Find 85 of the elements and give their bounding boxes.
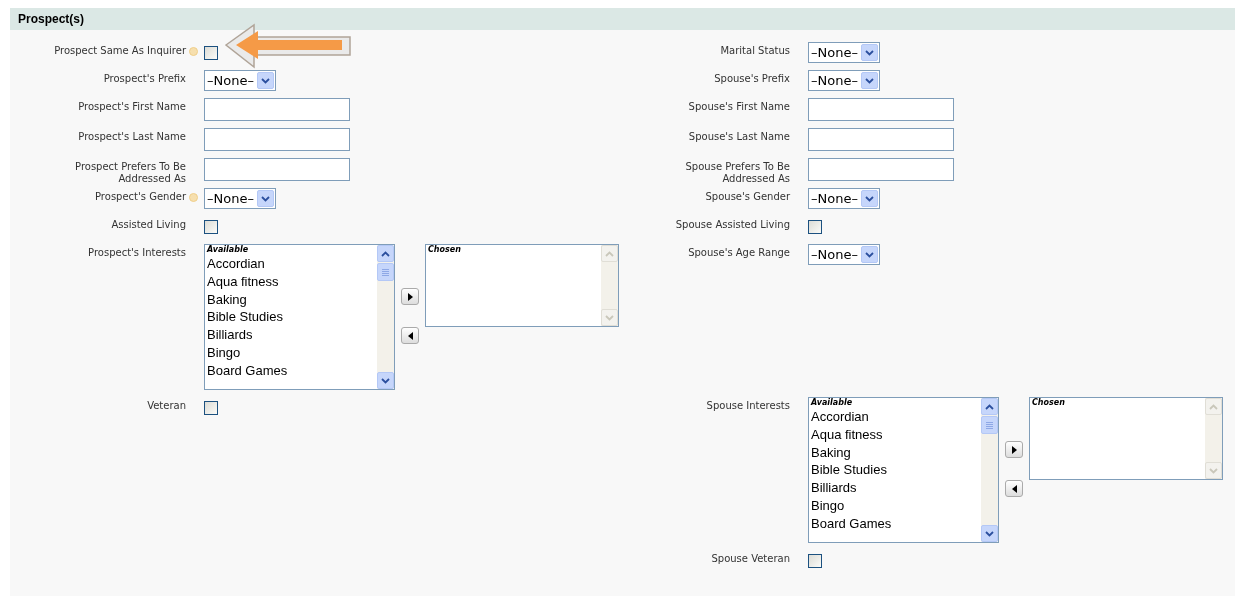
field-label: Spouse's First Name bbox=[688, 101, 790, 113]
text-field[interactable] bbox=[808, 128, 954, 151]
list-option[interactable]: Aqua fitness bbox=[811, 425, 981, 444]
chevron-down-icon bbox=[864, 195, 874, 202]
field-label: Spouse Assisted Living bbox=[675, 219, 790, 231]
text-field[interactable] bbox=[808, 158, 954, 181]
text-field[interactable] bbox=[204, 128, 350, 151]
list-option[interactable]: Bingo bbox=[207, 344, 377, 362]
list-option[interactable]: Bible Studies bbox=[811, 461, 981, 480]
checkbox[interactable] bbox=[808, 220, 822, 234]
chevron-down-icon bbox=[864, 77, 874, 84]
field-label: Spouse's Age Range bbox=[688, 247, 790, 259]
field-label: Prospect Prefers To Be Addressed As bbox=[74, 161, 186, 185]
list-heading: Chosen bbox=[428, 245, 462, 255]
list-heading: Available bbox=[207, 245, 250, 255]
scrollbar[interactable] bbox=[1205, 398, 1222, 479]
section-title: Prospect(s) bbox=[18, 11, 85, 28]
list-option[interactable]: Board Games bbox=[207, 361, 377, 380]
remove-button[interactable] bbox=[1005, 480, 1023, 497]
text-field[interactable] bbox=[808, 98, 954, 121]
dropdown[interactable]: –None– bbox=[204, 70, 276, 91]
field-label: Assisted Living bbox=[111, 219, 186, 231]
chevron-down-icon bbox=[260, 195, 270, 202]
list-option[interactable]: Billiards bbox=[811, 479, 981, 497]
scrollbar[interactable] bbox=[601, 245, 618, 326]
field-label: Prospect's Interests bbox=[88, 247, 186, 259]
list-option[interactable]: Accordian bbox=[207, 255, 377, 273]
field-label: Spouse Veteran bbox=[711, 553, 790, 565]
field-label: Spouse's Prefix bbox=[714, 73, 790, 85]
list-option[interactable]: Billiards bbox=[207, 326, 377, 344]
list-option[interactable]: Board Games bbox=[811, 514, 981, 533]
field-label: Spouse's Last Name bbox=[688, 131, 790, 143]
checkbox[interactable] bbox=[204, 220, 218, 234]
left-triangle-icon bbox=[407, 331, 413, 340]
right-triangle-icon bbox=[407, 292, 413, 301]
chevron-up-icon bbox=[381, 250, 390, 257]
field-label: Marital Status bbox=[720, 45, 790, 57]
chosen-listbox[interactable]: Chosen bbox=[425, 244, 619, 327]
chevron-down-icon bbox=[985, 530, 994, 537]
field-label: Veteran bbox=[147, 400, 186, 412]
chevron-down-icon bbox=[864, 251, 874, 258]
chevron-up-icon bbox=[1209, 403, 1218, 410]
checkbox[interactable] bbox=[204, 401, 218, 415]
chevron-down-icon bbox=[1209, 467, 1218, 474]
chevron-up-icon bbox=[605, 250, 614, 257]
field-label: Prospect Same As Inquirer bbox=[54, 45, 186, 57]
available-listbox[interactable]: Available Accordian Aqua fitness Baking Bible Studies Billiards Bingo Board Games bbox=[808, 397, 999, 543]
left-triangle-icon bbox=[1011, 484, 1017, 493]
add-button[interactable] bbox=[401, 288, 419, 305]
dropdown[interactable]: –None– bbox=[808, 244, 880, 265]
list-option[interactable]: Aqua fitness bbox=[207, 272, 377, 291]
field-label: Spouse Prefers To Be Addressed As bbox=[684, 161, 790, 185]
text-field[interactable] bbox=[204, 98, 350, 121]
list-option[interactable]: Accordian bbox=[811, 408, 981, 426]
right-triangle-icon bbox=[1011, 445, 1017, 454]
list-option[interactable]: Bible Studies bbox=[207, 308, 377, 327]
list-heading: Available bbox=[811, 398, 854, 408]
scrollbar[interactable] bbox=[981, 398, 998, 542]
add-button[interactable] bbox=[1005, 441, 1023, 458]
chevron-down-icon bbox=[381, 377, 390, 384]
dropdown[interactable]: –None– bbox=[808, 42, 880, 63]
available-listbox[interactable]: Available Accordian Aqua fitness Baking Bible Studies Billiards Bingo Board Games bbox=[204, 244, 395, 390]
chevron-down-icon bbox=[260, 77, 270, 84]
checkbox[interactable] bbox=[204, 46, 218, 60]
checkbox[interactable] bbox=[808, 554, 822, 568]
field-label: Spouse's Gender bbox=[705, 191, 790, 203]
dropdown[interactable]: –None– bbox=[808, 70, 880, 91]
chevron-down-icon bbox=[864, 49, 874, 56]
remove-button[interactable] bbox=[401, 327, 419, 344]
field-label: Prospect's Prefix bbox=[103, 73, 186, 85]
field-label: Prospect's Gender bbox=[95, 191, 186, 203]
chevron-down-icon bbox=[605, 314, 614, 321]
field-label: Prospect's First Name bbox=[78, 101, 186, 113]
scrollbar[interactable] bbox=[377, 245, 394, 389]
list-option[interactable]: Baking bbox=[207, 290, 377, 309]
list-option[interactable]: Baking bbox=[811, 443, 981, 462]
dropdown[interactable]: –None– bbox=[204, 188, 276, 209]
list-heading: Chosen bbox=[1032, 398, 1066, 408]
text-field[interactable] bbox=[204, 158, 350, 181]
dropdown[interactable]: –None– bbox=[808, 188, 880, 209]
list-option[interactable]: Bingo bbox=[811, 497, 981, 515]
field-label: Spouse Interests bbox=[706, 400, 790, 412]
chosen-listbox[interactable]: Chosen bbox=[1029, 397, 1223, 480]
chevron-up-icon bbox=[985, 403, 994, 410]
field-label: Prospect's Last Name bbox=[78, 131, 186, 143]
